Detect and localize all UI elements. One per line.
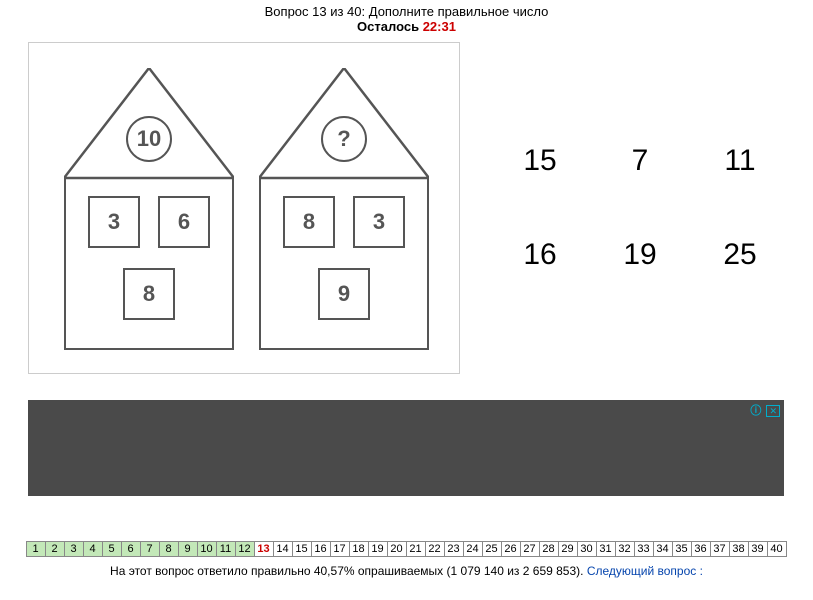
nav-question-21[interactable]: 21 xyxy=(406,541,426,557)
puzzle-image: 10 3 6 8 ? 8 3 9 xyxy=(28,42,460,374)
nav-question-22[interactable]: 22 xyxy=(425,541,445,557)
nav-question-1[interactable]: 1 xyxy=(26,541,46,557)
nav-question-39[interactable]: 39 xyxy=(748,541,768,557)
answer-option[interactable]: 16 xyxy=(490,238,590,272)
nav-question-20[interactable]: 20 xyxy=(387,541,407,557)
house1-window-c: 8 xyxy=(123,268,175,320)
footer-stats: На этот вопрос ответило правильно 40,57%… xyxy=(110,564,587,578)
nav-question-38[interactable]: 38 xyxy=(729,541,749,557)
house-1: 10 3 6 8 xyxy=(64,68,234,348)
ad-info-icon[interactable]: ⓘ xyxy=(750,405,760,417)
house-2: ? 8 3 9 xyxy=(259,68,429,348)
nav-question-13[interactable]: 13 xyxy=(254,541,274,557)
next-question-link[interactable]: Следующий вопрос : xyxy=(587,564,703,578)
nav-question-30[interactable]: 30 xyxy=(577,541,597,557)
nav-question-14[interactable]: 14 xyxy=(273,541,293,557)
answer-option[interactable]: 7 xyxy=(590,144,690,178)
house2-window-a: 8 xyxy=(283,196,335,248)
nav-question-11[interactable]: 11 xyxy=(216,541,236,557)
nav-question-37[interactable]: 37 xyxy=(710,541,730,557)
nav-question-16[interactable]: 16 xyxy=(311,541,331,557)
house1-window-b: 6 xyxy=(158,196,210,248)
answers-block: 15 7 11 16 19 25 xyxy=(490,144,813,272)
nav-question-28[interactable]: 28 xyxy=(539,541,559,557)
house1-roof-value: 10 xyxy=(126,116,172,162)
nav-question-12[interactable]: 12 xyxy=(235,541,255,557)
timer-label: Осталось xyxy=(357,19,423,34)
nav-question-31[interactable]: 31 xyxy=(596,541,616,557)
nav-question-15[interactable]: 15 xyxy=(292,541,312,557)
nav-question-4[interactable]: 4 xyxy=(83,541,103,557)
answer-option[interactable]: 11 xyxy=(690,144,790,178)
question-header: Вопрос 13 из 40: Дополните правильное чи… xyxy=(0,0,813,19)
nav-question-33[interactable]: 33 xyxy=(634,541,654,557)
nav-question-3[interactable]: 3 xyxy=(64,541,84,557)
nav-question-35[interactable]: 35 xyxy=(672,541,692,557)
nav-question-23[interactable]: 23 xyxy=(444,541,464,557)
house2-window-b: 3 xyxy=(353,196,405,248)
nav-question-18[interactable]: 18 xyxy=(349,541,369,557)
nav-question-2[interactable]: 2 xyxy=(45,541,65,557)
house2-window-c: 9 xyxy=(318,268,370,320)
question-nav: 1234567891011121314151617181920212223242… xyxy=(0,540,813,557)
house1-body: 3 6 8 xyxy=(64,178,234,350)
nav-question-17[interactable]: 17 xyxy=(330,541,350,557)
nav-question-36[interactable]: 36 xyxy=(691,541,711,557)
timer-line: Осталось 22:31 xyxy=(0,19,813,34)
nav-question-29[interactable]: 29 xyxy=(558,541,578,557)
nav-question-5[interactable]: 5 xyxy=(102,541,122,557)
nav-question-24[interactable]: 24 xyxy=(463,541,483,557)
nav-question-34[interactable]: 34 xyxy=(653,541,673,557)
footer-stats-line: На этот вопрос ответило правильно 40,57%… xyxy=(0,564,813,578)
question-prefix: Вопрос xyxy=(265,4,313,19)
nav-question-32[interactable]: 32 xyxy=(615,541,635,557)
answer-option[interactable]: 15 xyxy=(490,144,590,178)
question-text: Дополните правильное число xyxy=(369,4,549,19)
answer-option[interactable]: 19 xyxy=(590,238,690,272)
timer-value: 22:31 xyxy=(423,19,456,34)
nav-question-25[interactable]: 25 xyxy=(482,541,502,557)
answer-option[interactable]: 25 xyxy=(690,238,790,272)
nav-question-27[interactable]: 27 xyxy=(520,541,540,557)
nav-question-7[interactable]: 7 xyxy=(140,541,160,557)
nav-question-40[interactable]: 40 xyxy=(767,541,787,557)
nav-question-10[interactable]: 10 xyxy=(197,541,217,557)
question-number: 13 xyxy=(312,4,326,19)
house2-body: 8 3 9 xyxy=(259,178,429,350)
nav-question-19[interactable]: 19 xyxy=(368,541,388,557)
nav-question-26[interactable]: 26 xyxy=(501,541,521,557)
house2-roof-value: ? xyxy=(321,116,367,162)
nav-question-6[interactable]: 6 xyxy=(121,541,141,557)
ad-close-icon[interactable]: ✕ xyxy=(766,405,780,417)
house1-window-a: 3 xyxy=(88,196,140,248)
question-of: из 40: xyxy=(327,4,369,19)
nav-question-8[interactable]: 8 xyxy=(159,541,179,557)
ad-banner: ⓘ ✕ xyxy=(28,400,784,496)
nav-question-9[interactable]: 9 xyxy=(178,541,198,557)
